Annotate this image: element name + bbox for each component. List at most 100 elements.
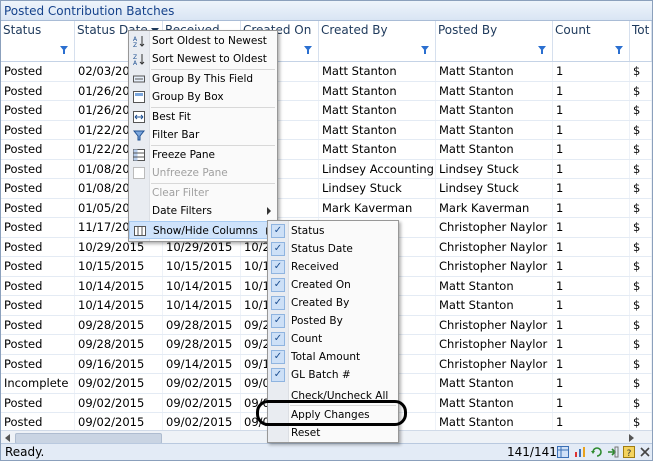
help-icon[interactable]: ?: [623, 446, 635, 458]
cell-created-by: Mark Kaverman: [319, 198, 436, 217]
checkbox-checked-icon[interactable]: ✓: [271, 278, 285, 292]
export-icon[interactable]: [607, 446, 619, 458]
table-row[interactable]: Posted01/22/202016Matt StantonMatt Stant…: [1, 140, 652, 160]
column-header-label: Posted By: [438, 23, 498, 37]
menu-item-best-fit[interactable]: Best Fit: [129, 108, 277, 126]
filter-icon[interactable]: [538, 46, 546, 54]
column-header-total[interactable]: Tot: [630, 21, 652, 40]
checkbox-checked-icon[interactable]: ✓: [271, 314, 285, 328]
checkbox-checked-icon[interactable]: ✓: [271, 296, 285, 310]
panel-title: Posted Contribution Batches: [1, 1, 652, 21]
table-row[interactable]: Posted01/08/202016Lindsey StuckLindsey S…: [1, 179, 652, 199]
table-row[interactable]: Posted01/08/202016Lindsey Accounting...L…: [1, 159, 652, 179]
submenu-arrow-icon: [267, 207, 271, 215]
cell-count: 1: [553, 335, 630, 354]
menu-item-filter-bar[interactable]: Filter Bar: [129, 126, 277, 144]
column-toggle-item[interactable]: ✓ GL Batch #: [268, 366, 398, 384]
refresh-icon[interactable]: [591, 446, 603, 458]
status-text: Ready.: [5, 445, 45, 459]
cell-total: $: [630, 179, 652, 198]
filter-cell-total[interactable]: [630, 40, 652, 61]
cell-total: $: [630, 101, 652, 120]
sort-ascending-icon: AZ: [133, 36, 145, 47]
cell-count: 1: [553, 198, 630, 217]
cell-status: Posted: [1, 159, 75, 178]
column-toggle-item[interactable]: ✓ Received: [268, 258, 398, 276]
cell-total: $: [630, 413, 652, 432]
cell-status: Incomplete: [1, 374, 75, 393]
menu-item-label: Date Filters: [152, 205, 212, 217]
column-header-label: Count: [555, 23, 591, 37]
table-row[interactable]: Posted01/26/202016Matt StantonMatt Stant…: [1, 81, 652, 101]
column-header-posted-by[interactable]: Posted By: [436, 21, 553, 40]
menu-item-group-by-box[interactable]: Group By Box: [129, 88, 277, 106]
filter-cell-created-by[interactable]: [319, 40, 436, 61]
cell-received: 10/15/2015: [163, 257, 241, 276]
menu-item-show-hide-columns[interactable]: Show/Hide Columns: [129, 221, 277, 239]
table-row[interactable]: Posted01/26/202016Matt StantonMatt Stant…: [1, 101, 652, 121]
filter-cell-count[interactable]: [553, 40, 630, 61]
cell-status: Posted: [1, 81, 75, 100]
column-toggle-item[interactable]: ✓ Status Date: [268, 240, 398, 258]
cell-total: $: [630, 198, 652, 217]
column-toggle-item[interactable]: ✓ Created On: [268, 276, 398, 294]
menu-item-sort-ascending[interactable]: AZ Sort Oldest to Newest: [129, 32, 277, 50]
cell-received: 10/14/2015: [163, 296, 241, 315]
menu-item-group-by-field[interactable]: Group By This Field: [129, 70, 277, 88]
menu-item-freeze-pane[interactable]: Freeze Pane: [129, 146, 277, 164]
columns-icon: [134, 226, 146, 236]
chart-icon[interactable]: [574, 446, 586, 458]
cell-count: 1: [553, 218, 630, 237]
table-row[interactable]: Posted01/05/202016Mark KavermanMark Kave…: [1, 198, 652, 218]
close-icon[interactable]: [639, 446, 651, 458]
checkbox-checked-icon[interactable]: ✓: [271, 350, 285, 364]
filter-cell-status[interactable]: [1, 40, 75, 61]
cell-status: Posted: [1, 393, 75, 412]
grid-view-icon[interactable]: [557, 446, 569, 458]
cell-status-date: 09/02/2015: [75, 393, 163, 412]
cell-count: 1: [553, 159, 630, 178]
scroll-left-icon[interactable]: [5, 434, 10, 442]
column-toggle-item[interactable]: ✓ Status: [268, 222, 398, 240]
unfreeze-pane-icon: [133, 167, 145, 179]
reset-button[interactable]: Reset: [268, 424, 398, 442]
menu-item-sort-descending[interactable]: ZA Sort Newest to Oldest: [129, 50, 277, 68]
column-header-row: Status Status Date Received Created On C…: [1, 21, 652, 41]
menu-item-date-filters[interactable]: Date Filters: [129, 202, 277, 220]
scroll-right-icon[interactable]: [629, 434, 634, 442]
menu-item-label: Created By: [291, 297, 350, 309]
table-row[interactable]: Posted01/22/202016Matt StantonMatt Stant…: [1, 120, 652, 140]
filter-icon[interactable]: [60, 46, 68, 54]
checkbox-checked-icon[interactable]: ✓: [271, 242, 285, 256]
column-header-created-by[interactable]: Created By: [319, 21, 436, 40]
checkbox-checked-icon[interactable]: ✓: [271, 224, 285, 238]
checkbox-checked-icon[interactable]: ✓: [271, 368, 285, 382]
filter-icon[interactable]: [421, 46, 429, 54]
menu-item-label: Clear Filter: [152, 187, 209, 199]
cell-count: 1: [553, 413, 630, 432]
filter-icon[interactable]: [304, 46, 312, 54]
cell-status: Posted: [1, 315, 75, 334]
checkbox-checked-icon[interactable]: ✓: [271, 260, 285, 274]
menu-item-label: Count: [291, 333, 323, 345]
table-row[interactable]: Posted02/03/202016Matt StantonMatt Stant…: [1, 62, 652, 82]
column-toggle-item[interactable]: ✓ Created By: [268, 294, 398, 312]
column-header-status[interactable]: Status: [1, 21, 75, 40]
column-toggle-item[interactable]: ✓ Posted By: [268, 312, 398, 330]
cell-posted-by: Matt Stanton: [436, 276, 553, 295]
column-toggle-item[interactable]: ✓ Total Amount: [268, 348, 398, 366]
cell-count: 1: [553, 315, 630, 334]
filter-cell-posted-by[interactable]: [436, 40, 553, 61]
checkbox-checked-icon[interactable]: ✓: [271, 332, 285, 346]
column-header-count[interactable]: Count: [553, 21, 630, 40]
filter-icon[interactable]: [615, 46, 623, 54]
cell-count: 1: [553, 374, 630, 393]
cell-status-date: 10/15/2015: [75, 257, 163, 276]
cell-posted-by: Matt Stanton: [436, 296, 553, 315]
cell-posted-by: Matt Stanton: [436, 393, 553, 412]
cell-status: Posted: [1, 218, 75, 237]
cell-total: $: [630, 335, 652, 354]
cell-posted-by: Matt Stanton: [436, 62, 553, 81]
column-toggle-item[interactable]: ✓ Count: [268, 330, 398, 348]
record-count: 141/141: [507, 445, 557, 459]
